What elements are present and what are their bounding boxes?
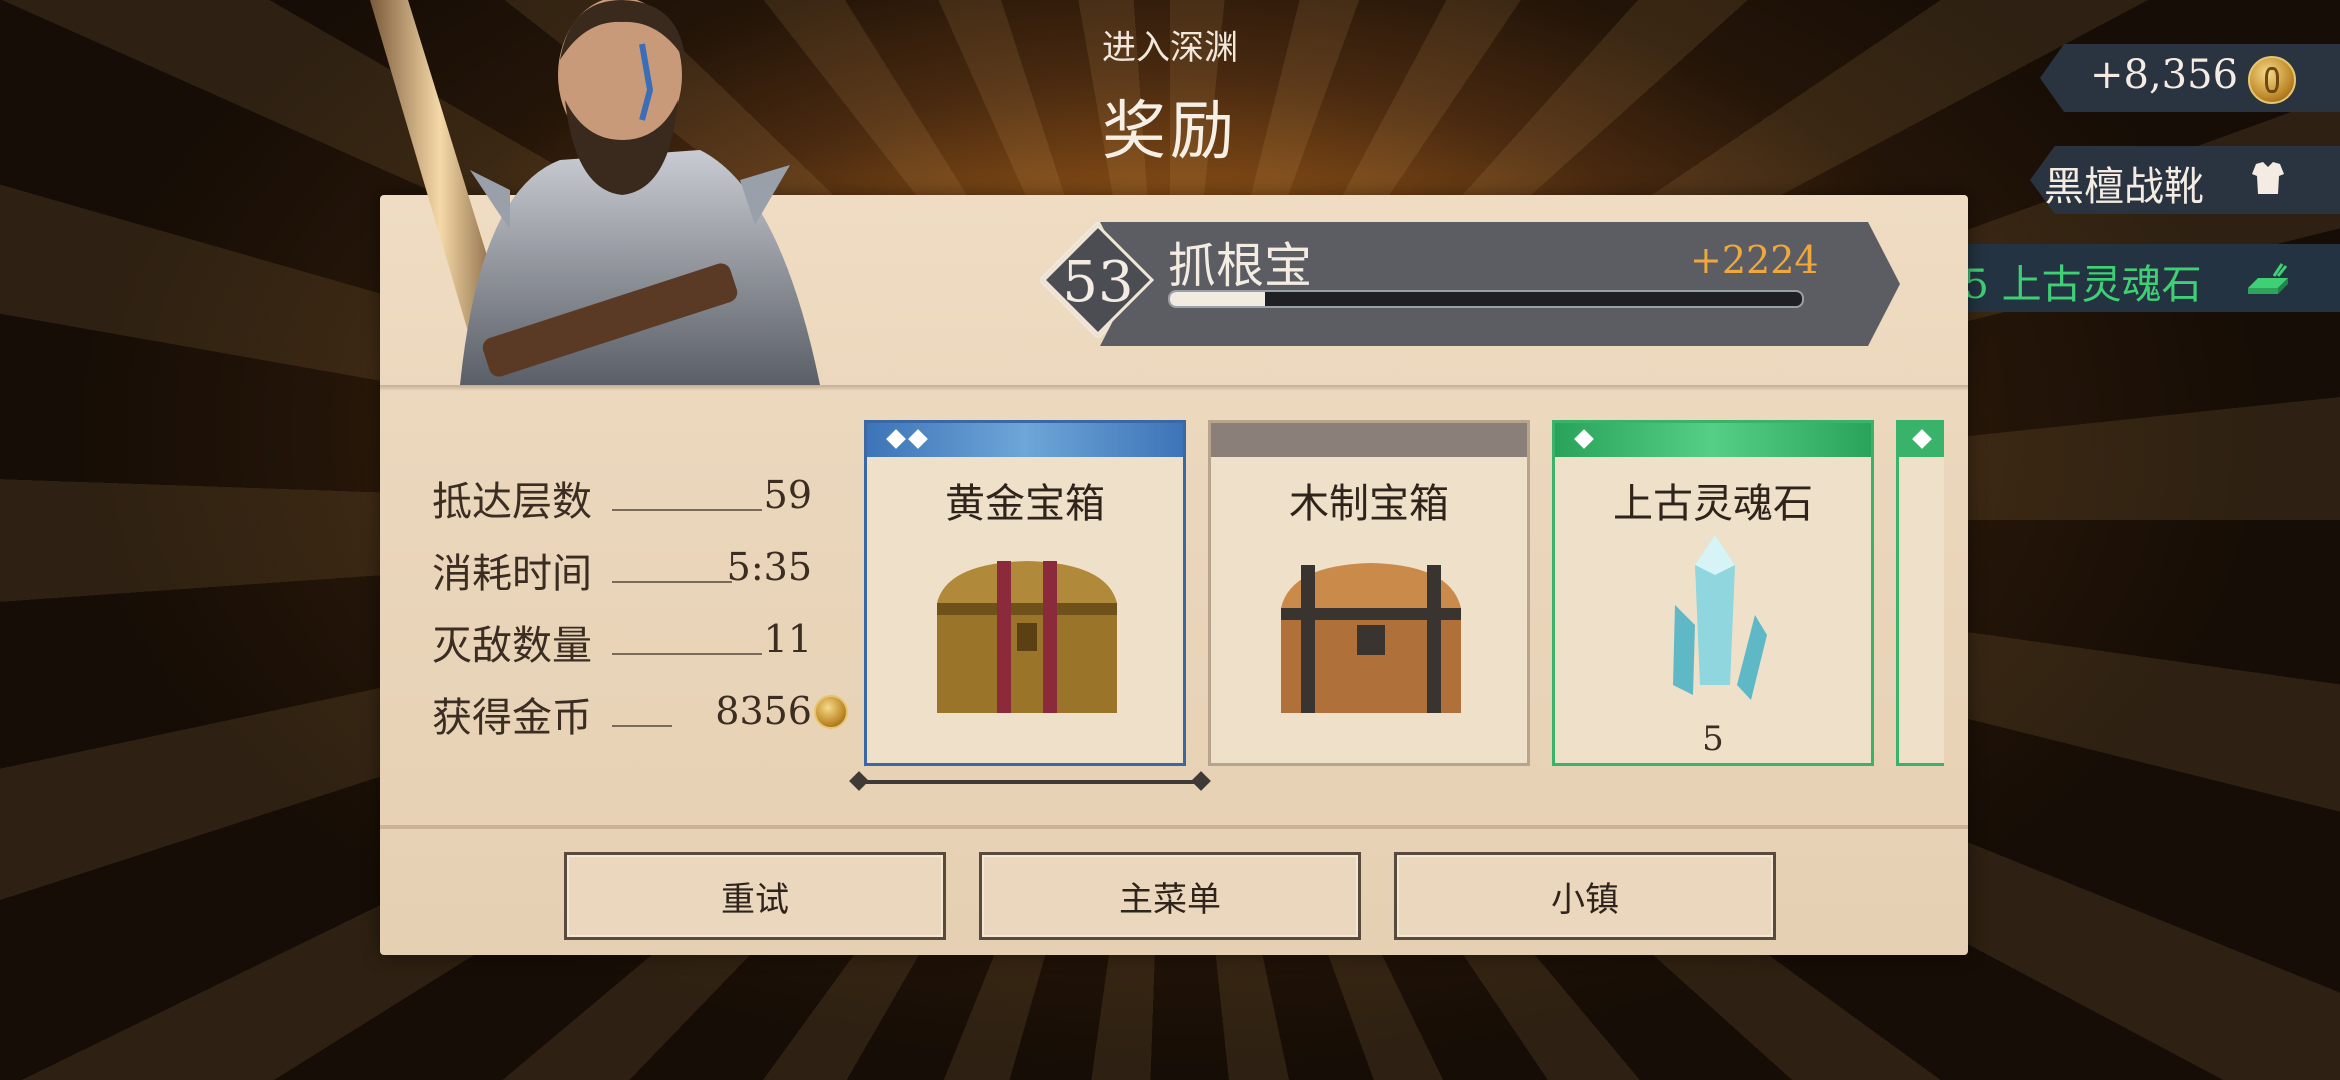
reward-card-next[interactable] <box>1896 420 1944 766</box>
run-stats: 抵达层数 59 消耗时间 5:35 灭敌数量 11 获得金币 8356 <box>432 465 848 753</box>
gold-chest-icon <box>937 561 1117 713</box>
xp-gain: +2224 <box>1690 238 1819 282</box>
reward-card-soulstone[interactable]: 上古灵魂石 5 <box>1552 420 1874 766</box>
soulstone-notification-text: +5 上古灵魂石 <box>1930 262 2202 308</box>
reward-quantity: 5 <box>1702 719 1724 759</box>
armor-icon <box>2252 162 2284 194</box>
town-button[interactable]: 小镇 <box>1394 852 1776 940</box>
stat-row-floors: 抵达层数 59 <box>432 465 812 537</box>
reward-label: 木制宝箱 <box>1289 481 1449 527</box>
wooden-chest-icon <box>1281 563 1461 713</box>
stat-value: 11 <box>763 617 812 661</box>
stat-label: 消耗时间 <box>432 551 592 597</box>
rarity-diamond-icon <box>886 429 906 449</box>
stat-label: 获得金币 <box>432 695 592 741</box>
screen-title: 奖励 <box>1102 95 1238 169</box>
hero-character-image <box>370 0 820 385</box>
stat-row-gold: 获得金币 8356 <box>432 681 848 753</box>
stat-label: 灭敌数量 <box>432 623 592 669</box>
reward-label: 上古灵魂石 <box>1613 481 1813 527</box>
rarity-diamond-icon <box>1912 429 1932 449</box>
ingot-icon <box>2248 263 2288 294</box>
stat-row-kills: 灭敌数量 11 <box>432 609 812 681</box>
soulstone-crystal-icon <box>1673 535 1767 700</box>
reward-card-wooden-chest[interactable]: 木制宝箱 <box>1208 420 1530 766</box>
player-name: 抓根宝 <box>1168 238 1313 294</box>
screen-subtitle: 进入深渊 <box>1102 28 1238 68</box>
rarity-diamond-icon <box>908 429 928 449</box>
reward-label: 黄金宝箱 <box>945 481 1105 527</box>
reward-card-gold-chest[interactable]: 黄金宝箱 <box>864 420 1186 766</box>
xp-progress-fill <box>1170 292 1265 306</box>
player-level: 53 <box>1062 250 1134 315</box>
retry-button[interactable]: 重试 <box>564 852 946 940</box>
gold-coin-icon <box>2248 56 2296 104</box>
stat-value: 59 <box>763 473 812 517</box>
rarity-diamond-icon <box>1574 429 1594 449</box>
stat-row-time: 消耗时间 5:35 <box>432 537 812 609</box>
stat-value: 5:35 <box>726 545 812 589</box>
gold-notification-text: +8,356 <box>2090 52 2239 98</box>
stat-label: 抵达层数 <box>432 479 592 525</box>
xp-progress-bar <box>1168 290 1804 308</box>
item-notification-text: 黑檀战靴 <box>2044 164 2204 210</box>
main-menu-button[interactable]: 主菜单 <box>979 852 1361 940</box>
stat-value: 8356 <box>715 689 812 733</box>
reward-scroll-indicator[interactable] <box>852 780 1208 784</box>
gold-coin-icon <box>814 695 848 729</box>
